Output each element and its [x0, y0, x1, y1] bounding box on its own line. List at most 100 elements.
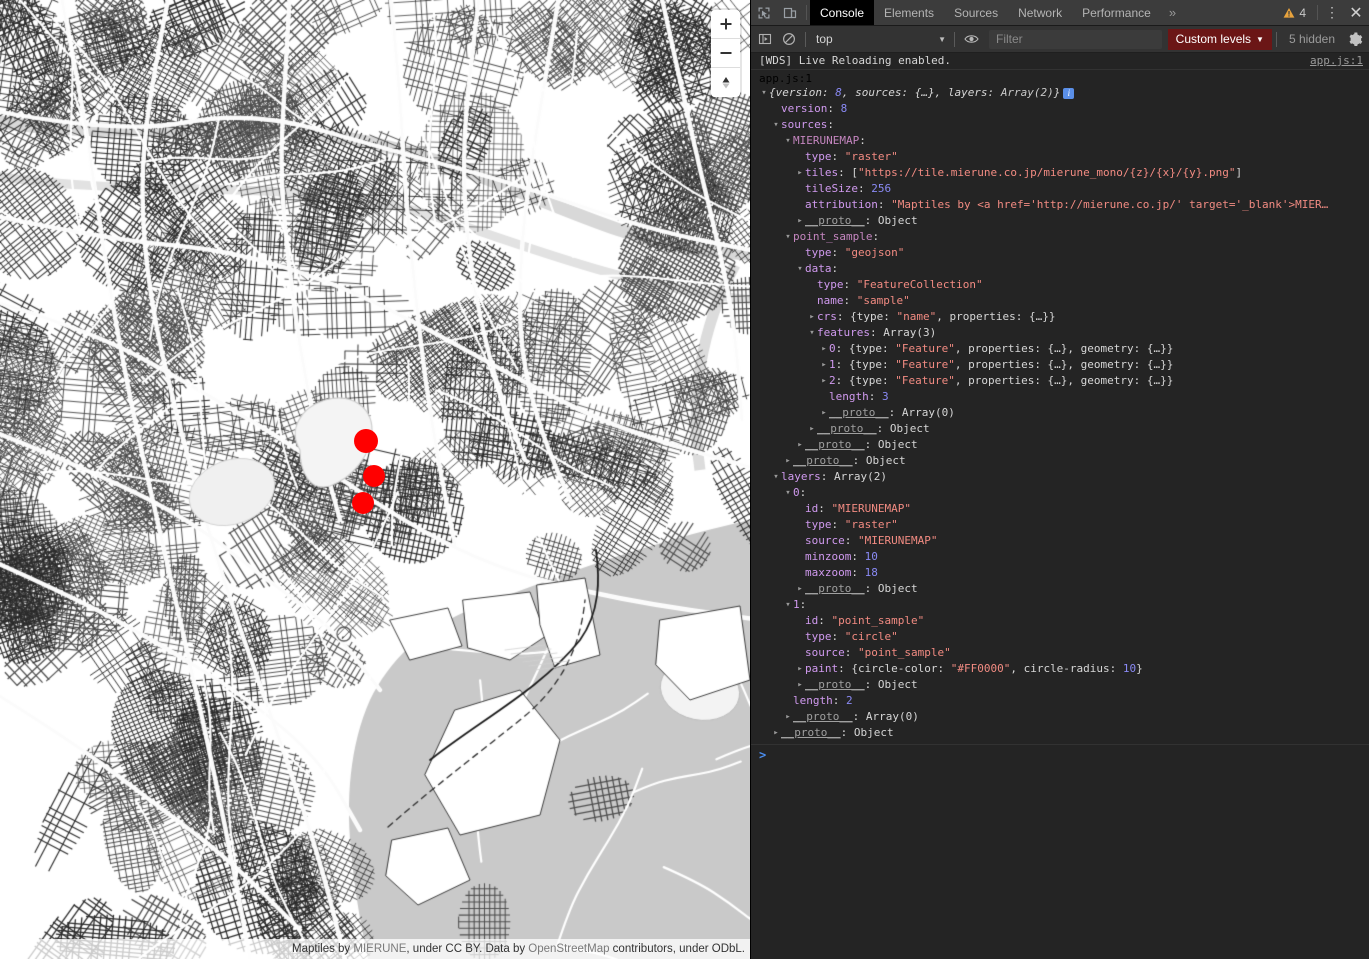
- tab-network[interactable]: Network: [1008, 0, 1072, 25]
- object-tree-row[interactable]: type: "raster": [759, 149, 1365, 165]
- tree-collapsed-arrow-icon[interactable]: ▸: [807, 421, 817, 437]
- tree-collapsed-arrow-icon[interactable]: ▸: [795, 677, 805, 693]
- tree-collapsed-arrow-icon[interactable]: ▸: [807, 309, 817, 325]
- object-tree-row[interactable]: id: "MIERUNEMAP": [759, 501, 1365, 517]
- object-tree-row[interactable]: minzoom: 10: [759, 549, 1365, 565]
- tree-collapsed-arrow-icon[interactable]: ▸: [819, 341, 829, 357]
- more-tabs-button[interactable]: »: [1161, 0, 1184, 25]
- object-tree-row[interactable]: ▸ __proto__: Object: [759, 437, 1365, 453]
- tree-collapsed-arrow-icon[interactable]: ▸: [783, 709, 793, 725]
- tree-expanded-arrow-icon[interactable]: ▾: [783, 597, 793, 613]
- object-tree-row[interactable]: ▸ __proto__: Array(0): [759, 709, 1365, 725]
- devtools-menu-button[interactable]: ⋮: [1321, 0, 1343, 25]
- zoom-in-button[interactable]: [711, 10, 740, 39]
- object-tree-row[interactable]: ▾ sources:: [759, 117, 1365, 133]
- object-tree-row[interactable]: ▾ features: Array(3): [759, 325, 1365, 341]
- map-marker[interactable]: [363, 465, 385, 487]
- object-tree-row[interactable]: id: "point_sample": [759, 613, 1365, 629]
- tree-expanded-arrow-icon[interactable]: ▾: [807, 325, 817, 341]
- console-sidebar-toggle[interactable]: [753, 28, 777, 51]
- log-levels-selector[interactable]: Custom levels ▼: [1167, 28, 1272, 50]
- info-badge-icon[interactable]: i: [1063, 87, 1075, 99]
- tab-console[interactable]: Console: [810, 0, 875, 25]
- attribution-mierune-link[interactable]: MIERUNE: [353, 943, 406, 955]
- tree-expanded-arrow-icon[interactable]: ▾: [771, 469, 781, 485]
- compass-reset-button[interactable]: [711, 68, 740, 97]
- tree-expanded-arrow-icon[interactable]: ▾: [783, 229, 793, 245]
- object-tree-row[interactable]: ▾ MIERUNEMAP:: [759, 133, 1365, 149]
- object-tree-row[interactable]: tileSize: 256: [759, 181, 1365, 197]
- tree-collapsed-arrow-icon[interactable]: ▸: [819, 373, 829, 389]
- object-tree-row[interactable]: attribution: "Maptiles by <a href='http:…: [759, 197, 1365, 213]
- object-tree-row[interactable]: ▾ point_sample:: [759, 229, 1365, 245]
- tree-collapsed-arrow-icon[interactable]: ▸: [795, 213, 805, 229]
- object-tree-row[interactable]: ▸ __proto__: Object: [759, 725, 1365, 741]
- object-tree-row[interactable]: ▸ 1: {type: "Feature", properties: {…}, g…: [759, 357, 1365, 373]
- inspect-element-icon[interactable]: [751, 0, 777, 25]
- map-marker[interactable]: [352, 492, 374, 514]
- console-filter-input[interactable]: [989, 29, 1162, 49]
- attribution-osm-link[interactable]: OpenStreetMap: [528, 943, 609, 955]
- tree-collapsed-arrow-icon[interactable]: ▸: [771, 725, 781, 741]
- tree-collapsed-arrow-icon[interactable]: ▸: [819, 405, 829, 421]
- object-tree-row[interactable]: ▸ __proto__: Array(0): [759, 405, 1365, 421]
- object-tree-row[interactable]: name: "sample": [759, 293, 1365, 309]
- close-devtools-button[interactable]: ✕: [1343, 0, 1369, 25]
- console-prompt[interactable]: >: [751, 745, 1369, 765]
- object-tree-row[interactable]: ▸ 2: {type: "Feature", properties: {…}, g…: [759, 373, 1365, 389]
- warning-counter[interactable]: 4: [1275, 0, 1314, 25]
- console-source-link[interactable]: app.js:1: [759, 72, 812, 85]
- object-tree-row[interactable]: ▸ __proto__: Object: [759, 213, 1365, 229]
- object-tree-row[interactable]: type: "circle": [759, 629, 1365, 645]
- tree-expanded-arrow-icon[interactable]: ▾: [771, 117, 781, 133]
- object-tree-row[interactable]: length: 2: [759, 693, 1365, 709]
- object-tree-row[interactable]: type: "geojson": [759, 245, 1365, 261]
- object-tree-row[interactable]: length: 3: [759, 389, 1365, 405]
- map-pane[interactable]: Maptiles by MIERUNE, under CC BY. Data b…: [0, 0, 750, 959]
- object-tree-row[interactable]: source: "point_sample": [759, 645, 1365, 661]
- object-tree-row[interactable]: ▸ crs: {type: "name", properties: {…}}: [759, 309, 1365, 325]
- console-source-link[interactable]: app.js:1: [1310, 53, 1363, 69]
- object-tree-row[interactable]: ▸ __proto__: Object: [759, 453, 1365, 469]
- object-tree-row[interactable]: ▾ data:: [759, 261, 1365, 277]
- tree-expanded-arrow-icon[interactable]: ▾: [783, 485, 793, 501]
- zoom-out-button[interactable]: [711, 39, 740, 68]
- object-tree-row[interactable]: ▸ __proto__: Object: [759, 581, 1365, 597]
- tree-expanded-arrow-icon[interactable]: ▾: [795, 261, 805, 277]
- tab-elements[interactable]: Elements: [874, 0, 944, 25]
- object-tree-row[interactable]: ▸ __proto__: Object: [759, 421, 1365, 437]
- object-tree-row[interactable]: ▾ 0:: [759, 485, 1365, 501]
- execution-context-selector[interactable]: top ▼: [810, 29, 950, 49]
- object-tree-row[interactable]: type: "FeatureCollection": [759, 277, 1365, 293]
- tree-collapsed-arrow-icon[interactable]: ▸: [819, 357, 829, 373]
- device-toolbar-icon[interactable]: [777, 0, 803, 25]
- tree-collapsed-arrow-icon[interactable]: ▸: [783, 453, 793, 469]
- tab-sources[interactable]: Sources: [944, 0, 1008, 25]
- clear-console-button[interactable]: [777, 28, 801, 51]
- console-output[interactable]: [WDS] Live Reloading enabled. app.js:1 app…: [751, 53, 1369, 959]
- object-tree-row[interactable]: ▾ {version: 8, sources: {…}, layers: Arra…: [759, 85, 1365, 101]
- tree-collapsed-arrow-icon[interactable]: ▸: [795, 661, 805, 677]
- toolbar-divider-3: [1275, 31, 1277, 47]
- tree-expanded-arrow-icon[interactable]: ▾: [759, 85, 769, 101]
- object-tree-row[interactable]: ▾ layers: Array(2): [759, 469, 1365, 485]
- map-marker[interactable]: [354, 429, 378, 453]
- object-tree-row[interactable]: source: "MIERUNEMAP": [759, 533, 1365, 549]
- tree-collapsed-arrow-icon[interactable]: ▸: [795, 581, 805, 597]
- object-tree-row[interactable]: maxzoom: 18: [759, 565, 1365, 581]
- map-zoom-controls[interactable]: [711, 10, 740, 97]
- tree-collapsed-arrow-icon[interactable]: ▸: [795, 165, 805, 181]
- tree-collapsed-arrow-icon[interactable]: ▸: [795, 437, 805, 453]
- object-tree-row[interactable]: ▸ __proto__: Object: [759, 677, 1365, 693]
- object-tree-row[interactable]: ▸ 0: {type: "Feature", properties: {…}, g…: [759, 341, 1365, 357]
- object-tree-row[interactable]: ▸ tiles: ["https://tile.mierune.co.jp/mie…: [759, 165, 1365, 181]
- live-expression-button[interactable]: [959, 28, 983, 51]
- console-object-tree[interactable]: app.js:1 ▾ {version: 8, sources: {…}, laye…: [751, 70, 1369, 745]
- tree-expanded-arrow-icon[interactable]: ▾: [783, 133, 793, 149]
- tab-performance[interactable]: Performance: [1072, 0, 1161, 25]
- object-tree-row[interactable]: type: "raster": [759, 517, 1365, 533]
- object-tree-row[interactable]: ▾ 1:: [759, 597, 1365, 613]
- console-settings-button[interactable]: [1343, 31, 1367, 47]
- object-tree-row[interactable]: version: 8: [759, 101, 1365, 117]
- object-tree-row[interactable]: ▸ paint: {circle-color: "#FF0000", circle…: [759, 661, 1365, 677]
